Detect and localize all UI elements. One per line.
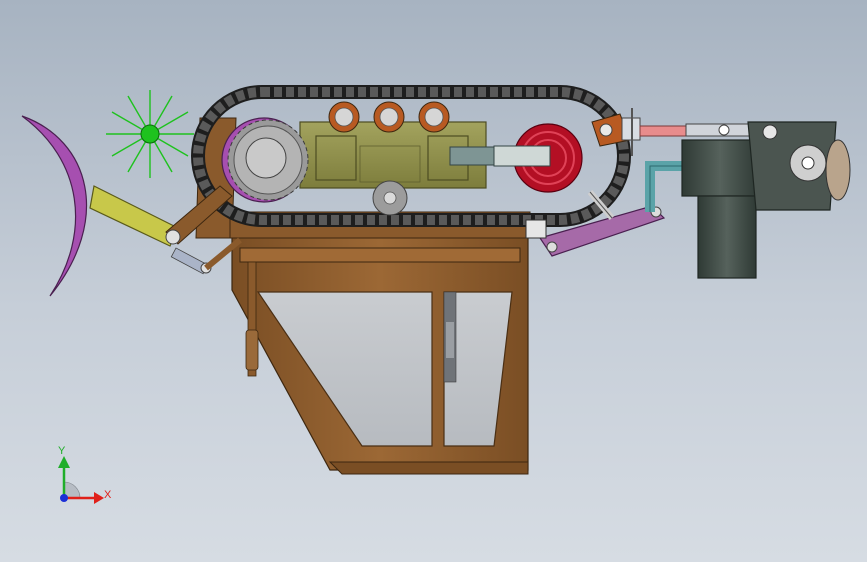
lower-gear <box>372 180 408 216</box>
axis-triad-icon: Y X <box>58 445 112 504</box>
x-axis-label: X <box>104 489 112 501</box>
lower-frame <box>231 235 529 475</box>
y-axis-label: Y <box>58 445 66 457</box>
green-spoke-wheel <box>106 90 194 178</box>
purple-blade <box>21 115 87 297</box>
drive-sprocket <box>221 117 309 203</box>
cad-viewport[interactable]: Y X <box>0 0 867 562</box>
idler-rollers <box>328 101 450 133</box>
motor-assembly <box>681 121 851 279</box>
